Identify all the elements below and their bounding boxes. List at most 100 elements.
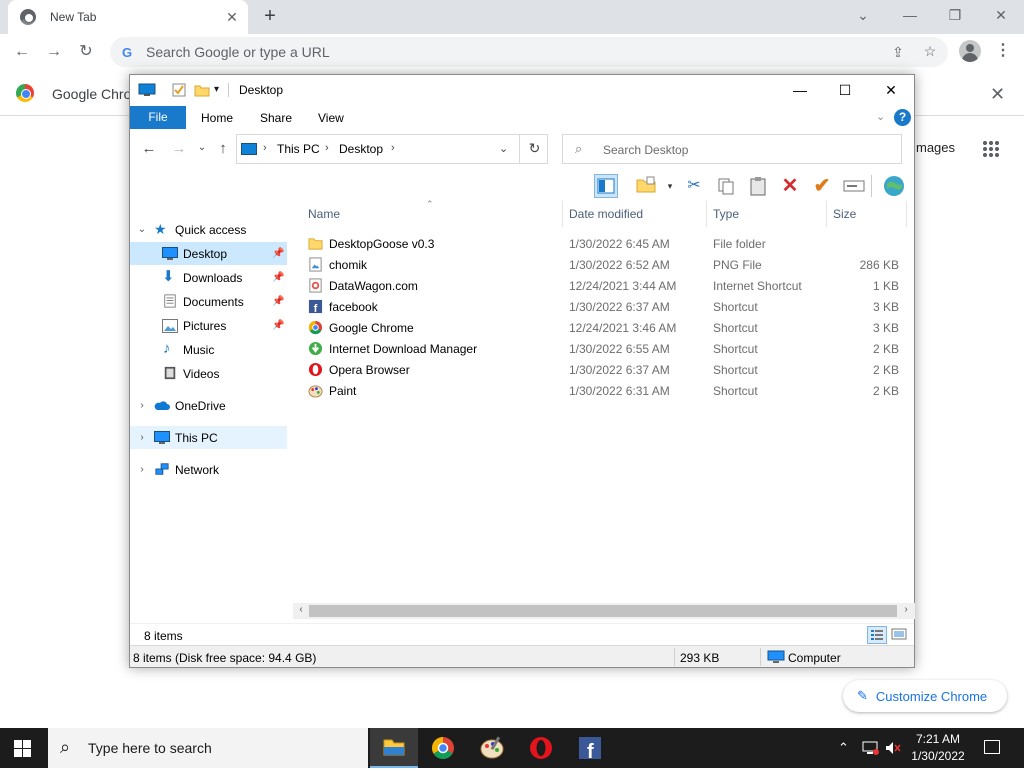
customize-chrome-button[interactable]: ✎ Customize Chrome xyxy=(843,680,1007,712)
omnibox[interactable]: G Search Google or type a URL xyxy=(110,37,948,67)
show-hidden-icons-chevron-icon[interactable]: ⌃ xyxy=(838,740,849,756)
tab-search-icon[interactable]: ⌄ xyxy=(851,5,875,25)
file-row[interactable]: chomik 1/30/2022 6:52 AM PNG File 286 KB xyxy=(298,254,914,275)
menu-kebab-icon[interactable]: ⋮ xyxy=(995,42,1011,62)
file-row[interactable]: f facebook 1/30/2022 6:37 AM Shortcut 3 … xyxy=(298,296,914,317)
scroll-right-icon[interactable]: › xyxy=(899,604,913,615)
facebook-taskbar-icon[interactable]: f xyxy=(566,728,614,768)
column-divider[interactable] xyxy=(562,201,563,227)
new-tab-button[interactable]: + xyxy=(260,6,280,26)
file-row[interactable]: Opera Browser 1/30/2022 6:37 AM Shortcut… xyxy=(298,359,914,380)
rename-icon[interactable] xyxy=(842,174,866,198)
chrome-taskbar-icon[interactable] xyxy=(419,728,467,768)
file-explorer-taskbar-icon[interactable] xyxy=(370,728,418,768)
recent-locations-icon[interactable]: ⌄ xyxy=(194,142,210,153)
collapse-chevron-icon[interactable]: ⌄ xyxy=(137,224,147,235)
details-view-icon[interactable] xyxy=(867,626,887,644)
forward-arrow-icon[interactable]: → xyxy=(171,140,187,157)
reload-icon[interactable]: ↻ xyxy=(76,42,96,62)
notification-center-icon[interactable] xyxy=(984,740,1000,754)
tab-close-icon[interactable]: ✕ xyxy=(224,9,240,25)
nav-network[interactable]: › Network xyxy=(130,458,287,481)
bookmark-star-icon[interactable]: ☆ xyxy=(921,42,939,60)
file-row[interactable]: DesktopGoose v0.3 1/30/2022 6:45 AM File… xyxy=(298,233,914,254)
apps-grid-icon[interactable] xyxy=(982,140,1000,158)
nav-desktop[interactable]: Desktop 📌 xyxy=(130,242,287,265)
help-icon[interactable]: ? xyxy=(894,109,911,126)
nav-music[interactable]: ♪ Music xyxy=(130,338,287,361)
ribbon-file-tab[interactable]: File xyxy=(130,106,186,129)
column-header-type[interactable]: Type xyxy=(713,207,739,221)
breadcrumb-desktop[interactable]: Desktop xyxy=(339,142,383,156)
column-divider[interactable] xyxy=(706,201,707,227)
paste-clipboard-icon[interactable] xyxy=(746,174,770,198)
nav-this-pc[interactable]: › This PC xyxy=(130,426,287,449)
horizontal-scrollbar[interactable]: ‹ › xyxy=(293,603,915,619)
file-row[interactable]: Paint 1/30/2022 6:31 AM Shortcut 2 KB xyxy=(298,380,914,401)
column-header-date[interactable]: Date modified xyxy=(569,207,643,221)
up-arrow-icon[interactable]: ↑ xyxy=(215,140,231,157)
address-dropdown-icon[interactable]: ⌄ xyxy=(499,142,508,155)
network-status-icon[interactable] xyxy=(862,740,880,756)
ribbon-home-tab[interactable]: Home xyxy=(201,111,233,125)
ribbon-share-tab[interactable]: Share xyxy=(260,111,292,125)
taskbar-search-box[interactable]: ⌕ Type here to search xyxy=(48,728,368,768)
preview-pane-icon[interactable] xyxy=(594,174,618,198)
column-header-size[interactable]: Size xyxy=(833,207,856,221)
profile-avatar-icon[interactable] xyxy=(959,40,981,62)
back-arrow-icon[interactable]: ← xyxy=(141,140,157,157)
properties-checkbox-icon[interactable] xyxy=(172,83,186,97)
copy-icon[interactable] xyxy=(714,174,738,198)
new-folder-icon[interactable] xyxy=(634,174,658,198)
quick-access-dropdown-icon[interactable]: ▾ xyxy=(214,84,219,98)
expand-chevron-icon[interactable]: › xyxy=(137,464,147,475)
search-desktop-input[interactable]: ⌕ Search Desktop xyxy=(562,134,902,164)
system-clock[interactable]: 7:21 AM 1/30/2022 xyxy=(896,731,980,765)
large-icons-view-icon[interactable] xyxy=(890,626,910,644)
expand-chevron-icon[interactable]: › xyxy=(137,432,147,443)
file-row[interactable]: Google Chrome 12/24/2021 3:46 AM Shortcu… xyxy=(298,317,914,338)
column-divider[interactable] xyxy=(906,201,907,227)
windows-start-icon[interactable] xyxy=(14,740,32,758)
nav-pictures[interactable]: Pictures 📌 xyxy=(130,314,287,337)
dropdown-icon[interactable]: ▾ xyxy=(658,174,682,198)
minimize-button[interactable]: — xyxy=(898,5,922,25)
expand-chevron-icon[interactable]: › xyxy=(137,400,147,411)
paint-taskbar-icon[interactable] xyxy=(468,728,516,768)
back-arrow-icon[interactable]: ← xyxy=(12,42,32,62)
pin-icon[interactable]: 📌 xyxy=(272,296,284,307)
breadcrumb-separator[interactable]: › xyxy=(325,142,329,154)
checkmark-icon[interactable]: ✔ xyxy=(810,174,834,198)
close-button[interactable]: ✕ xyxy=(989,5,1013,25)
delete-x-icon[interactable]: ✕ xyxy=(778,174,802,198)
nav-downloads[interactable]: ⬇ Downloads 📌 xyxy=(130,266,287,289)
infobar-close-icon[interactable]: ✕ xyxy=(990,84,1005,105)
images-link[interactable]: mages xyxy=(916,140,955,155)
breadcrumb-this-pc[interactable]: This PC xyxy=(277,142,320,156)
ribbon-view-tab[interactable]: View xyxy=(318,111,344,125)
explorer-maximize-button[interactable]: ☐ xyxy=(830,79,860,101)
address-bar[interactable]: › This PC › Desktop › ⌄ ↻ xyxy=(236,134,548,164)
column-divider[interactable] xyxy=(826,201,827,227)
explorer-close-button[interactable]: ✕ xyxy=(876,79,906,101)
scrollbar-thumb[interactable] xyxy=(309,605,897,617)
cut-scissors-icon[interactable]: ✂ xyxy=(682,174,706,198)
opera-taskbar-icon[interactable] xyxy=(517,728,565,768)
share-icon[interactable]: ⇪ xyxy=(889,43,907,61)
pin-icon[interactable]: 📌 xyxy=(272,272,284,283)
column-header-name[interactable]: Name xyxy=(308,207,340,221)
nav-quick-access[interactable]: ⌄ ★ Quick access xyxy=(130,218,287,241)
expand-ribbon-icon[interactable]: ⌄ xyxy=(876,110,885,123)
refresh-icon[interactable]: ↻ xyxy=(519,134,549,164)
explorer-minimize-button[interactable]: — xyxy=(785,79,815,101)
pin-icon[interactable]: 📌 xyxy=(272,248,284,259)
breadcrumb-separator[interactable]: › xyxy=(391,142,395,154)
nav-documents[interactable]: Documents 📌 xyxy=(130,290,287,313)
file-row[interactable]: Internet Download Manager 1/30/2022 6:55… xyxy=(298,338,914,359)
nav-videos[interactable]: Videos xyxy=(130,362,287,385)
file-row[interactable]: DataWagon.com 12/24/2021 3:44 AM Interne… xyxy=(298,275,914,296)
tab-new-tab[interactable]: New Tab ✕ xyxy=(8,0,248,34)
forward-arrow-icon[interactable]: → xyxy=(44,42,64,62)
scroll-left-icon[interactable]: ‹ xyxy=(294,604,308,615)
breadcrumb-separator[interactable]: › xyxy=(263,142,267,154)
